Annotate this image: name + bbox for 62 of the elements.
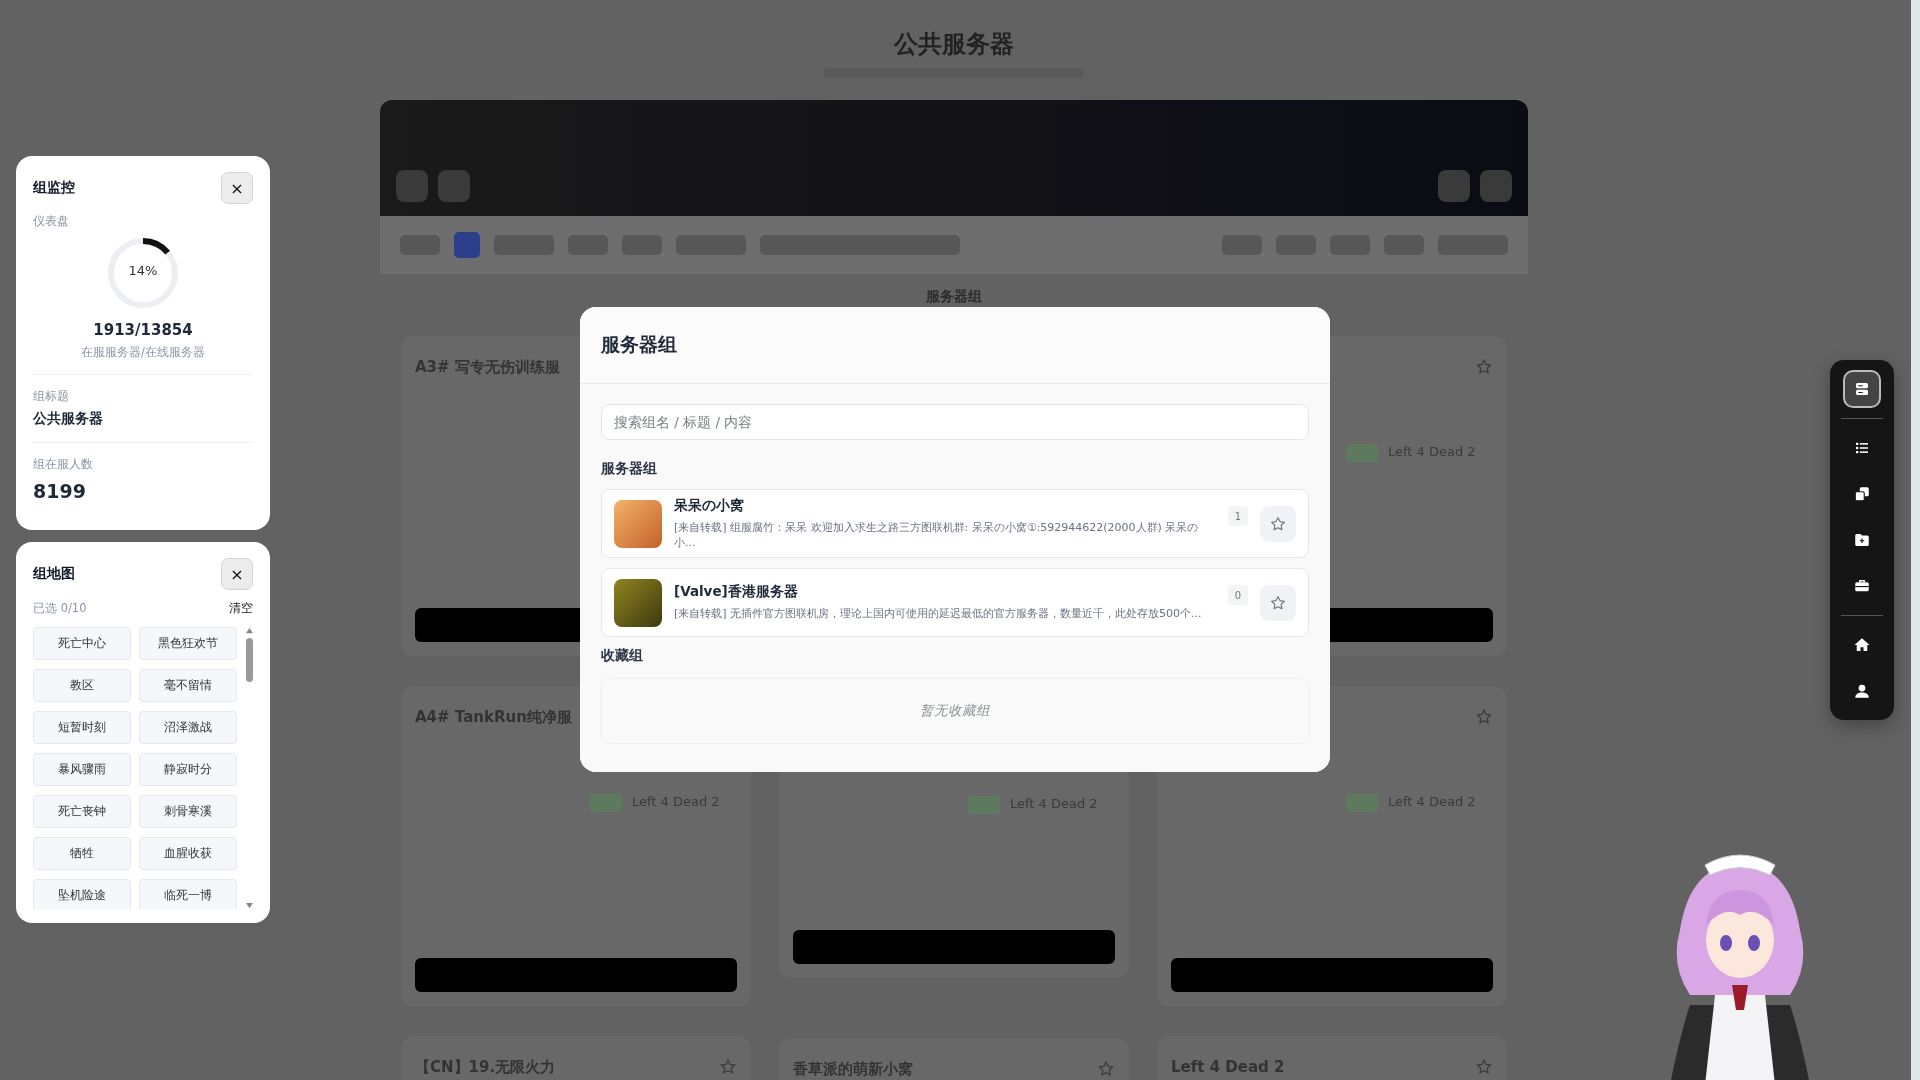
map-chip[interactable]: 坠机险途 (33, 879, 131, 909)
scroll-down-icon[interactable] (245, 902, 253, 909)
gauge-reading: 14% (127, 263, 159, 278)
map-chip[interactable]: 血腥收获 (139, 837, 237, 870)
group-item[interactable]: [Valve]香港服务器 [来自转载] 无插件官方图联机房，理论上国内可使用的延迟最低的官方服务器，数量近千，此处存放500个... 0 (601, 568, 1309, 637)
page-button[interactable] (454, 232, 480, 258)
map-chip[interactable]: 死亡丧钟 (33, 795, 131, 828)
section-heading: 服务器组 (601, 460, 658, 478)
filter-button[interactable] (1384, 235, 1424, 255)
close-button[interactable]: × (221, 172, 253, 204)
mode-select[interactable] (676, 235, 746, 255)
page-size-select[interactable] (568, 235, 608, 255)
section-heading: 收藏组 (601, 647, 644, 665)
group-name: 呆呆の小窝 (674, 496, 745, 515)
filter-button[interactable] (1330, 235, 1370, 255)
map-chip[interactable]: 教区 (33, 669, 131, 702)
group-description: [来自转载] 无插件官方图联机房，理论上国内可使用的延迟最低的官方服务器，数量近千，此处存放500个... (674, 607, 1203, 622)
photo-placeholder (614, 578, 662, 627)
map-chip[interactable]: 短暂时刻 (33, 711, 131, 744)
map-chip[interactable]: 刺骨寒溪 (139, 795, 237, 828)
count-badge: 1 (1228, 506, 1248, 526)
prev-page-button[interactable] (400, 235, 440, 255)
group-title-label: 组标题 (33, 389, 70, 404)
page-input[interactable] (494, 235, 554, 255)
empty-message: 暂无收藏组 (920, 702, 990, 720)
map-chip[interactable]: 黑色狂欢节 (139, 627, 237, 660)
servers-icon[interactable] (1843, 370, 1881, 408)
map-chip[interactable]: 毫不留情 (139, 669, 237, 702)
page-title: 公共服务器 (894, 29, 1014, 60)
group-title: 公共服务器 (33, 410, 104, 428)
map-chip[interactable]: 牺牲 (33, 837, 131, 870)
group-description: [来自转载] 组服腐竹：呆呆 欢迎加入求生之路三方图联机群: 呆呆の小窝①:592944622(2000人群) 呆呆の小... (674, 520, 1200, 551)
server-ratio: 1913/13854 (92, 321, 194, 339)
map-chip[interactable]: 沼泽激战 (139, 711, 237, 744)
selected-count: 已选 0/10 (33, 601, 87, 616)
group-name: [Valve]香港服务器 (674, 583, 799, 602)
count-badge: 0 (1228, 585, 1248, 605)
next-page-button[interactable] (622, 235, 662, 255)
map-chip[interactable]: 暴风骤雨 (33, 753, 131, 786)
close-button[interactable]: × (221, 558, 253, 590)
panel-title: 组监控 (33, 179, 75, 197)
dashboard-label: 仪表盘 (33, 214, 70, 229)
photo-placeholder (614, 499, 662, 548)
players-label: 组在服人数 (33, 457, 94, 472)
sort-select[interactable] (1438, 235, 1508, 255)
player-count: 8199 (33, 480, 87, 502)
map-chip[interactable]: 静寂时分 (139, 753, 237, 786)
favorite-button[interactable] (1260, 505, 1296, 542)
map-chip[interactable]: 死亡中心 (33, 627, 131, 660)
scroll-up-icon[interactable] (245, 627, 253, 634)
favorite-button[interactable] (1260, 584, 1296, 621)
dialog-title: 服务器组 (601, 332, 677, 357)
filter-button[interactable] (1222, 235, 1262, 255)
map-chip[interactable]: 临死一博 (139, 879, 237, 909)
scrollbar-thumb[interactable] (246, 638, 253, 682)
search-field[interactable]: 搜索组名 / 标题 / 内容 (601, 404, 1309, 440)
ratio-caption: 在服服务器/在线服务器 (80, 345, 206, 360)
search-field[interactable] (760, 235, 960, 255)
group-item[interactable]: 呆呆の小窝 [来自转载] 组服腐竹：呆呆 欢迎加入求生之路三方图联机群: 呆呆の小窝①:592944622(2000人群) 呆呆の小... 1 (601, 489, 1309, 558)
filter-button[interactable] (1276, 235, 1316, 255)
panel-title: 组地图 (33, 565, 75, 583)
clear-link[interactable]: 清空 (229, 600, 253, 617)
